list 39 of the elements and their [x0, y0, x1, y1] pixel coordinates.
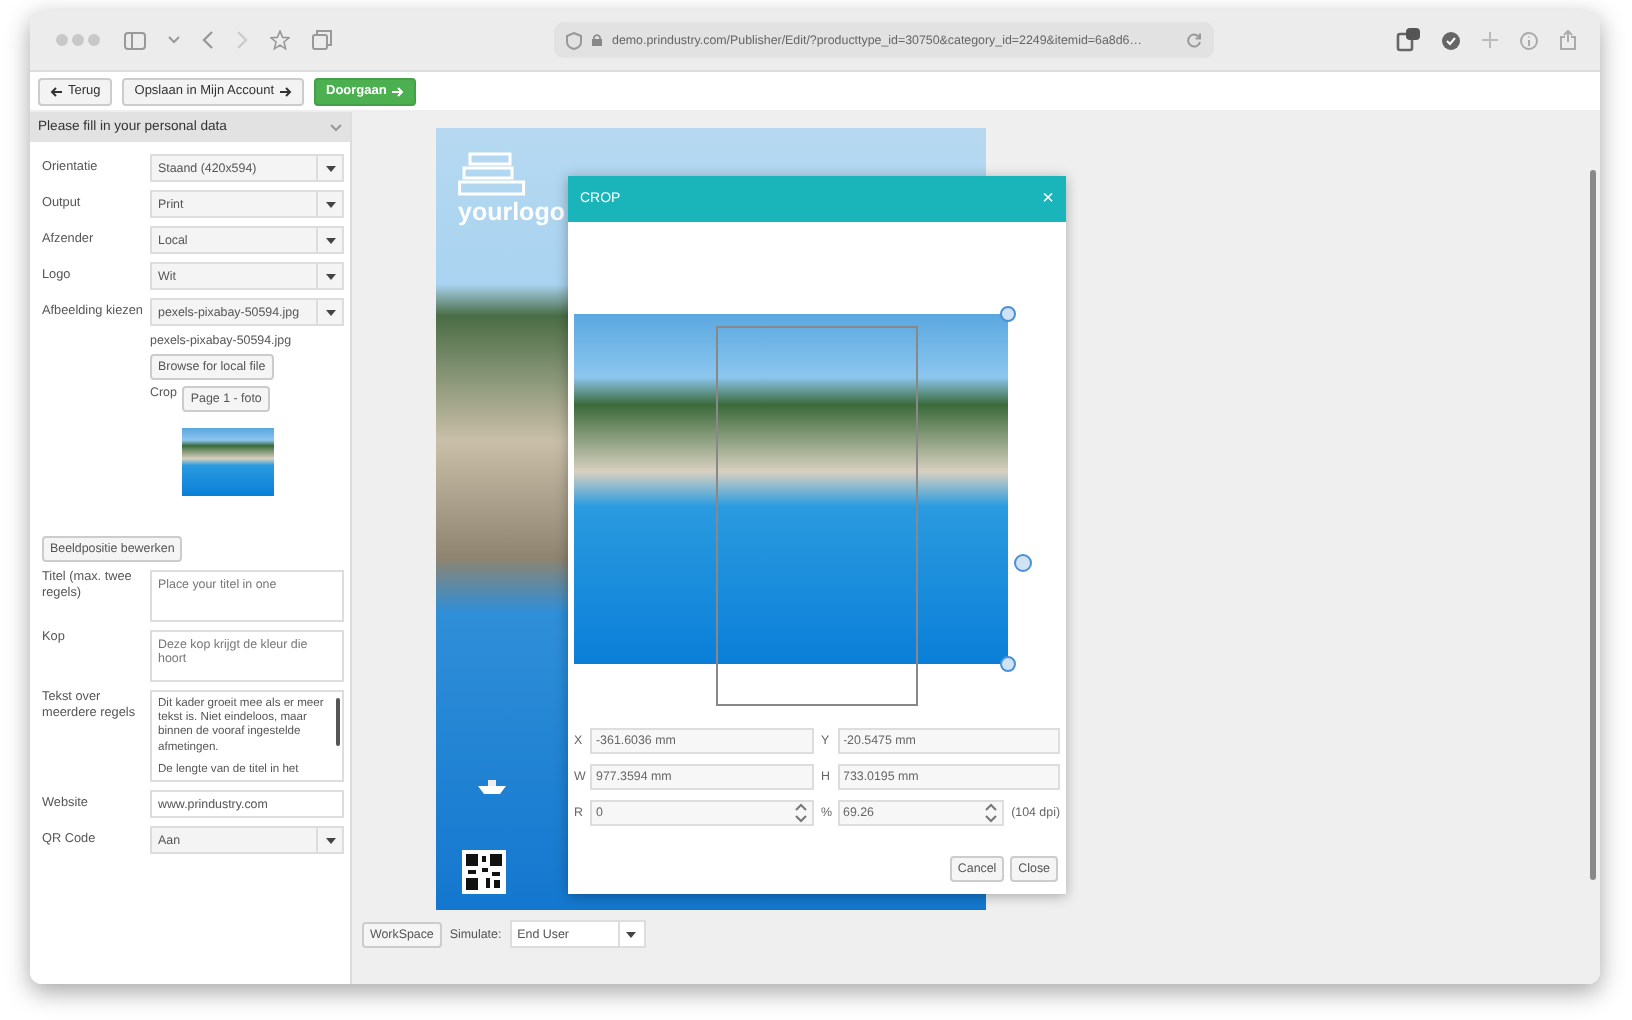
lock-icon: [592, 34, 602, 46]
logo-text: yourlogo: [458, 198, 565, 226]
caret-icon: [325, 273, 335, 279]
stepper-icon[interactable]: [793, 802, 807, 824]
tabs-icon[interactable]: [312, 30, 332, 50]
window-controls-icon[interactable]: [54, 32, 102, 48]
back-icon[interactable]: [202, 30, 214, 50]
boat-icon: [478, 780, 506, 794]
sidebar-icon[interactable]: [124, 31, 146, 49]
info-icon[interactable]: [1520, 31, 1538, 49]
arrow-left-icon: [50, 85, 62, 97]
scrollbar[interactable]: [336, 698, 340, 746]
caret-icon: [325, 165, 335, 171]
qr-code-icon: [462, 850, 506, 894]
reload-icon[interactable]: [1186, 32, 1202, 48]
crop-selection[interactable]: [716, 326, 918, 706]
forward-icon[interactable]: [236, 30, 248, 50]
logo-stack-icon: [458, 152, 526, 196]
arrow-right-icon: [280, 85, 292, 97]
star-icon[interactable]: [270, 30, 290, 50]
arrow-right-icon: [392, 85, 405, 97]
resize-handle[interactable]: [1014, 554, 1032, 572]
scrollbar[interactable]: [1590, 170, 1596, 880]
stepper-icon[interactable]: [983, 802, 998, 824]
caret-icon: [325, 837, 335, 843]
photo-placeholder: [182, 428, 274, 496]
resize-handle[interactable]: [1000, 306, 1016, 322]
plus-icon[interactable]: [1482, 32, 1498, 48]
caret-icon: [325, 237, 335, 243]
shield-icon: [566, 31, 582, 49]
extension-icon[interactable]: [1396, 28, 1420, 52]
share-icon[interactable]: [1560, 30, 1576, 50]
check-circle-icon[interactable]: [1442, 31, 1460, 49]
chevron-down-icon[interactable]: [168, 36, 180, 44]
caret-icon: [626, 931, 637, 937]
caret-icon: [325, 309, 335, 315]
resize-handle[interactable]: [1000, 656, 1016, 672]
caret-icon: [325, 201, 335, 207]
chevron-icon: [330, 123, 342, 131]
